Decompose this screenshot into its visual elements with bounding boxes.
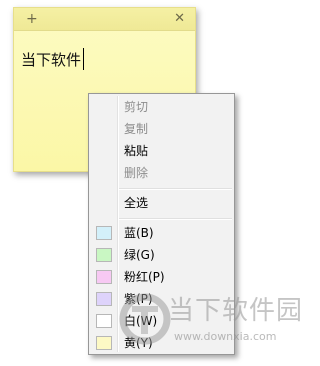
- add-note-icon[interactable]: +: [26, 10, 38, 28]
- context-menu: 剪切 复制 粘贴 删除 全选 蓝(B) 绿(G) 粉红(P) 紫(P) 白(W)…: [88, 93, 235, 355]
- color-swatch-pink: [96, 270, 112, 284]
- menu-item-label: 紫(P): [124, 292, 153, 306]
- menu-item-paste[interactable]: 粘贴: [91, 140, 232, 162]
- color-swatch-white: [96, 314, 112, 328]
- close-icon[interactable]: ✕: [174, 10, 185, 28]
- menu-item-delete[interactable]: 删除: [91, 162, 232, 184]
- menu-item-label: 粘贴: [124, 144, 149, 158]
- menu-item-color-yellow[interactable]: 黄(Y): [91, 332, 232, 354]
- note-title-bar[interactable]: + ✕: [14, 8, 195, 31]
- menu-item-color-purple[interactable]: 紫(P): [91, 288, 232, 310]
- menu-item-label: 复制: [124, 122, 149, 136]
- color-swatch-purple: [96, 292, 112, 306]
- menu-item-copy[interactable]: 复制: [91, 118, 232, 140]
- desktop: + ✕ 当下软件 剪切 复制 粘贴 删除 全选 蓝(B) 绿(G) 粉红(P) …: [0, 0, 304, 366]
- color-swatch-yellow: [96, 336, 112, 350]
- menu-item-cut[interactable]: 剪切: [91, 96, 232, 118]
- note-text-area[interactable]: 当下软件: [21, 48, 85, 70]
- menu-item-label: 绿(G): [124, 248, 155, 262]
- menu-item-label: 蓝(B): [124, 226, 154, 240]
- menu-item-color-pink[interactable]: 粉红(P): [91, 266, 232, 288]
- menu-item-label: 删除: [124, 166, 149, 180]
- note-text: 当下软件: [21, 51, 82, 69]
- color-swatch-green: [96, 248, 112, 262]
- menu-separator: [119, 218, 232, 220]
- menu-item-label: 白(W): [124, 314, 158, 328]
- color-swatch-blue: [96, 226, 112, 240]
- menu-item-label: 全选: [124, 196, 149, 210]
- menu-item-color-green[interactable]: 绿(G): [91, 244, 232, 266]
- text-caret: [83, 48, 85, 70]
- menu-item-color-blue[interactable]: 蓝(B): [91, 222, 232, 244]
- menu-item-label: 剪切: [124, 100, 149, 114]
- menu-item-select-all[interactable]: 全选: [91, 192, 232, 214]
- menu-separator: [119, 188, 232, 190]
- menu-item-label: 粉红(P): [124, 270, 165, 284]
- menu-item-label: 黄(Y): [124, 336, 153, 350]
- menu-item-color-white[interactable]: 白(W): [91, 310, 232, 332]
